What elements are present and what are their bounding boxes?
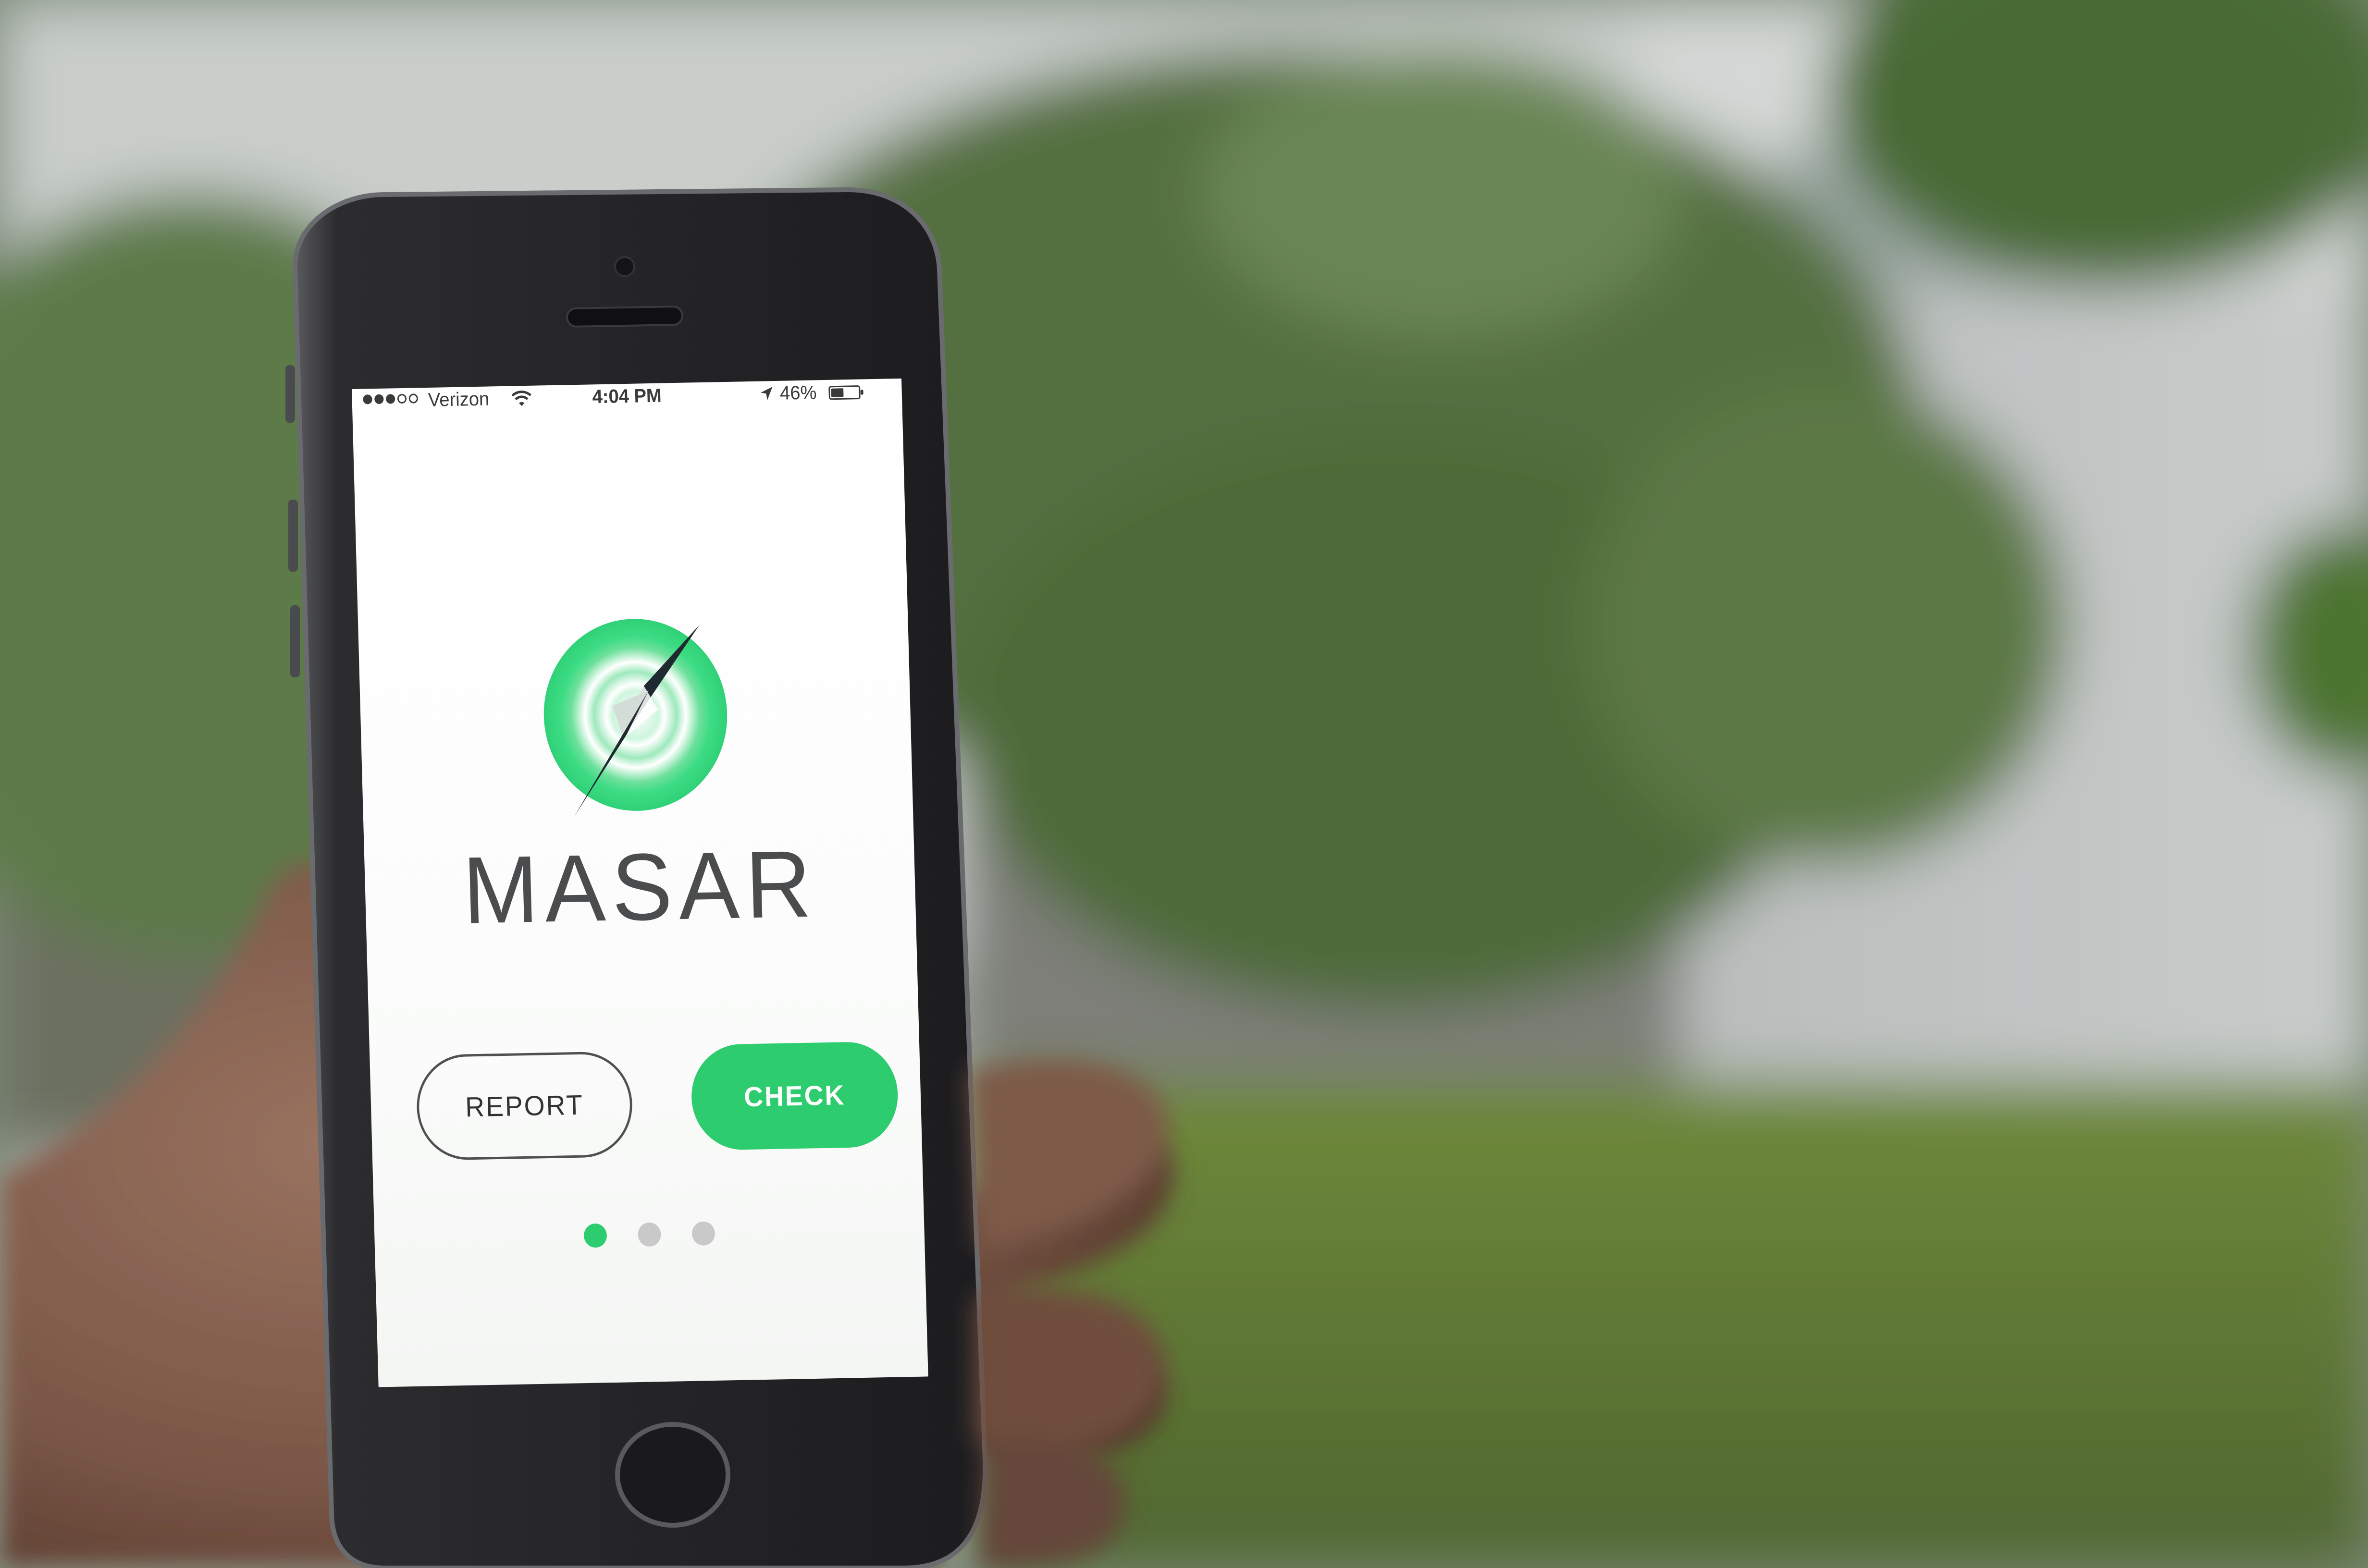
app-title: MASAR — [461, 830, 819, 943]
background-photo — [0, 0, 2368, 1568]
check-button[interactable]: CHECK — [690, 1041, 900, 1151]
battery-icon — [828, 385, 863, 400]
report-button[interactable]: REPORT — [415, 1051, 634, 1161]
page-dot[interactable] — [583, 1223, 607, 1248]
compass-icon — [543, 619, 728, 817]
battery-percent: 46% — [779, 382, 817, 404]
photo-scene: Verizon 4:04 PM 46% MASAR REPORT CHECK — [0, 0, 2368, 1568]
page-dot[interactable] — [691, 1221, 715, 1246]
location-arrow-icon — [760, 387, 773, 401]
page-indicator[interactable] — [374, 1217, 925, 1252]
page-dot[interactable] — [637, 1222, 661, 1247]
phone-screen: Verizon 4:04 PM 46% MASAR REPORT CHECK — [352, 378, 928, 1387]
